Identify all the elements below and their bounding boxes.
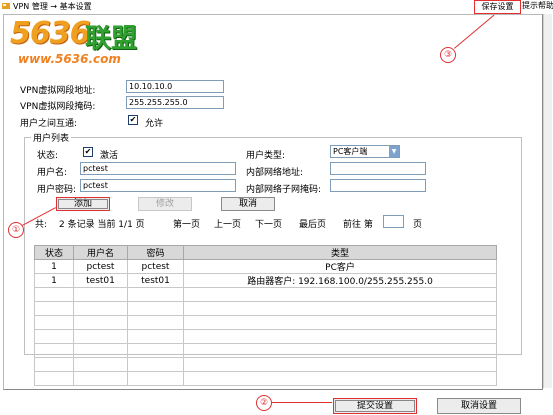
top-bar: VPN 管理 → 基本设置 保存设置 提示帮助 bbox=[0, 0, 553, 14]
col-header-type: 类型 bbox=[183, 245, 497, 260]
cell-password: test01 bbox=[127, 273, 184, 288]
vpn-mask-label: VPN虚拟网段掩码: bbox=[20, 102, 96, 112]
table-row[interactable]: 1 pctest pctest PC客户 bbox=[34, 259, 497, 274]
pager-summary: 2 条记录 当前 1/1 页 bbox=[59, 220, 145, 230]
interop-checkbox[interactable]: ✔ bbox=[128, 115, 138, 125]
logo-url: www.5636.com bbox=[18, 52, 121, 66]
vpn-addr-input[interactable]: 10.10.10.0 bbox=[126, 80, 224, 93]
user-type-select[interactable]: PC客户端 ▼ bbox=[330, 145, 400, 158]
user-list-legend: 用户列表 bbox=[33, 134, 70, 144]
breadcrumb: VPN 管理 → 基本设置 bbox=[13, 2, 92, 11]
empty-row bbox=[34, 343, 497, 358]
username-label: 用户名: bbox=[37, 168, 68, 178]
annotation-three: ③ bbox=[440, 47, 456, 63]
internal-addr-input[interactable] bbox=[330, 162, 426, 175]
empty-row bbox=[34, 287, 497, 302]
col-header-username: 用户名 bbox=[73, 245, 128, 260]
save-settings-button[interactable]: 保存设置 bbox=[474, 0, 521, 14]
username-input[interactable]: pctest bbox=[80, 162, 236, 175]
cell-type: 路由器客户: 192.168.100.0/255.255.255.0 bbox=[183, 273, 497, 288]
cancel-settings-button[interactable]: 取消设置 bbox=[437, 398, 521, 414]
pager-prev-link[interactable]: 上一页 bbox=[214, 217, 241, 230]
pager-goto-input[interactable] bbox=[383, 215, 404, 228]
internal-mask-label: 内部网络子网掩码: bbox=[246, 185, 322, 195]
cell-status: 1 bbox=[34, 273, 74, 288]
chevron-down-icon[interactable]: ▼ bbox=[389, 146, 399, 157]
pager-first-link[interactable]: 第一页 bbox=[173, 217, 200, 230]
internal-addr-label: 内部网络地址: bbox=[246, 168, 304, 178]
modify-user-button[interactable]: 修改 bbox=[138, 197, 192, 211]
module-icon bbox=[2, 3, 10, 9]
pager-last-link[interactable]: 最后页 bbox=[299, 217, 326, 230]
add-user-button[interactable]: 添加 bbox=[56, 197, 110, 211]
logo-digits: 5636 bbox=[10, 16, 90, 51]
help-button[interactable]: 提示帮助 bbox=[522, 0, 553, 12]
cell-type: PC客户 bbox=[183, 259, 497, 274]
vertical-scrollbar[interactable] bbox=[543, 14, 552, 388]
internal-mask-input[interactable] bbox=[330, 179, 426, 192]
interop-label: 用户之间互通: bbox=[20, 119, 78, 129]
empty-row bbox=[34, 357, 497, 372]
logo-brand: 联盟 bbox=[85, 24, 138, 54]
interop-text: 允许 bbox=[145, 119, 164, 129]
annotation-two-line bbox=[272, 402, 332, 403]
empty-row bbox=[34, 329, 497, 344]
status-checkbox[interactable]: ✔ bbox=[83, 147, 93, 157]
empty-row bbox=[34, 301, 497, 316]
vpn-mask-input[interactable]: 255.255.255.0 bbox=[126, 96, 224, 109]
pager-total-label: 共: bbox=[35, 220, 48, 230]
vpn-addr-label: VPN虚拟网段地址: bbox=[20, 86, 96, 96]
submit-settings-button[interactable]: 提交设置 bbox=[333, 398, 417, 414]
password-label: 用户密码: bbox=[37, 185, 77, 195]
status-text: 激活 bbox=[100, 151, 119, 161]
col-header-status: 状态 bbox=[34, 245, 74, 260]
pager-next-link[interactable]: 下一页 bbox=[255, 217, 282, 230]
status-label: 状态: bbox=[37, 151, 59, 161]
password-input[interactable]: pctest bbox=[80, 179, 236, 192]
user-table: 状态 用户名 密码 类型 1 pctest pctest PC客户 1 test… bbox=[34, 245, 497, 386]
col-header-password: 密码 bbox=[127, 245, 184, 260]
empty-row bbox=[34, 315, 497, 330]
cell-status: 1 bbox=[34, 259, 74, 274]
user-type-value: PC客户端 bbox=[333, 147, 368, 156]
empty-row bbox=[34, 371, 497, 386]
annotation-two: ② bbox=[256, 395, 272, 411]
table-header-row: 状态 用户名 密码 类型 bbox=[34, 245, 497, 260]
pager-goto-suffix: 页 bbox=[413, 220, 423, 230]
user-type-label: 用户类型: bbox=[246, 151, 286, 161]
pager-goto-label: 前往 第 bbox=[343, 220, 373, 230]
cell-username: test01 bbox=[73, 273, 128, 288]
cell-password: pctest bbox=[127, 259, 184, 274]
cell-username: pctest bbox=[73, 259, 128, 274]
cancel-edit-button[interactable]: 取消 bbox=[221, 197, 275, 211]
table-row[interactable]: 1 test01 test01 路由器客户: 192.168.100.0/255… bbox=[34, 273, 497, 288]
